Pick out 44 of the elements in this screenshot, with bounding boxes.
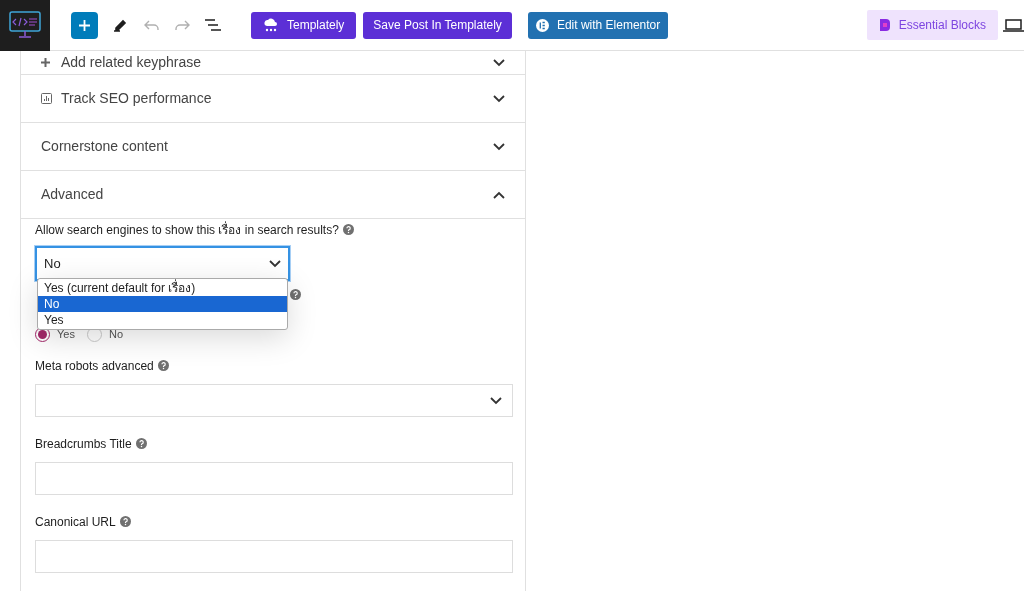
input-field[interactable] — [35, 462, 513, 495]
cloud-icon — [263, 17, 279, 33]
plus-icon — [78, 18, 91, 32]
chevron-down-icon — [490, 396, 502, 405]
help-icon[interactable] — [157, 360, 169, 371]
field-label: Breadcrumbs Title — [35, 435, 511, 453]
site-logo[interactable] — [0, 0, 50, 51]
blocks-logo-icon — [878, 18, 891, 32]
dropdown-option[interactable]: Yes — [38, 312, 287, 328]
input-field[interactable] — [35, 540, 513, 573]
elementor-icon — [535, 18, 549, 32]
select-value: No — [44, 254, 61, 273]
help-icon[interactable] — [290, 289, 301, 300]
chevron-down-icon — [269, 259, 281, 268]
section-title: Track SEO performance — [61, 89, 213, 108]
section-title: Advanced — [41, 185, 105, 204]
dropdown-option[interactable]: Yes (current default for เรื่อง) — [38, 280, 287, 296]
field-label: Canonical URL — [35, 513, 511, 531]
select-field[interactable] — [35, 384, 513, 417]
help-icon[interactable] — [119, 516, 131, 527]
chart-icon — [41, 93, 52, 104]
section-title: Add related keyphrase — [61, 53, 203, 72]
accordion-header[interactable]: Advanced — [21, 171, 525, 219]
field-label: Meta robots advanced — [35, 357, 511, 375]
laptop-icon[interactable] — [1003, 18, 1024, 32]
section-title: Cornerstone content — [41, 137, 169, 156]
help-icon[interactable] — [342, 224, 354, 235]
plus-icon — [41, 58, 50, 67]
add-block-button[interactable] — [71, 11, 98, 39]
accordion-header[interactable]: Cornerstone content — [21, 123, 525, 171]
accordion-header[interactable]: Add related keyphrase — [21, 51, 525, 75]
monitor-code-icon — [8, 10, 42, 40]
dropdown-option[interactable]: No — [38, 296, 287, 312]
essential-blocks-button[interactable]: Essential Blocks — [866, 10, 998, 40]
templately-button[interactable]: Templately — [251, 11, 357, 39]
edit-elementor-button[interactable]: Edit with Elementor — [527, 11, 669, 39]
help-icon[interactable] — [135, 438, 147, 449]
list-view-icon[interactable] — [205, 19, 221, 31]
save-post-button[interactable]: Save Post In Templately — [363, 11, 512, 39]
radio-label: No — [108, 326, 123, 342]
pencil-icon[interactable] — [113, 18, 127, 32]
accordion-header[interactable]: Track SEO performance — [21, 75, 525, 123]
radio-label: Yes — [57, 326, 75, 342]
field-label: Allow search engines to show this เรื่อง in search results? — [35, 221, 511, 239]
